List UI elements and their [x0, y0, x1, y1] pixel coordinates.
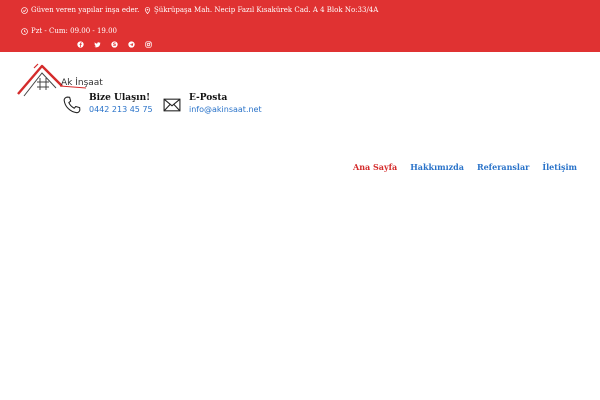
phone-number[interactable]: 0442 213 45 75	[89, 104, 153, 115]
address-text: Şükrüpaşa Mah. Necip Fazıl Kısakürek Cad…	[154, 6, 379, 14]
telegram-icon[interactable]	[127, 40, 135, 48]
email-contact: E-Posta info@akinsaat.net	[162, 92, 262, 115]
email-label: E-Posta	[189, 93, 228, 103]
envelope-icon	[163, 98, 181, 112]
skype-icon[interactable]: S	[110, 40, 118, 48]
facebook-icon[interactable]	[76, 40, 84, 48]
phone-contact: Bize Ulaşın! 0442 213 45 75	[62, 92, 153, 115]
email-address[interactable]: info@akinsaat.net	[189, 104, 262, 115]
tagline: Güven veren yapılar inşa eder.	[21, 6, 139, 14]
map-pin-icon	[144, 6, 151, 14]
nav-about[interactable]: Hakkımızda	[410, 162, 464, 172]
check-circle-icon	[21, 6, 28, 14]
hours-text: Pzt - Cum: 09.00 - 19.00	[31, 27, 118, 35]
tagline-text: Güven veren yapılar inşa eder.	[31, 6, 140, 14]
twitter-icon[interactable]	[93, 40, 101, 48]
clock-icon	[21, 27, 28, 35]
instagram-icon[interactable]	[144, 40, 152, 48]
phone-label: Bize Ulaşın!	[89, 93, 151, 103]
nav-references[interactable]: Referanslar	[477, 162, 529, 172]
main-navigation: Ana Sayfa Hakkımızda Referanslar İletişi…	[353, 162, 577, 172]
brand-name: Ak İnşaat	[61, 78, 103, 88]
social-links: S	[76, 40, 152, 48]
nav-contact[interactable]: İletişim	[542, 162, 577, 172]
top-bar: Güven veren yapılar inşa eder. Şükrüpaşa…	[0, 0, 600, 52]
address: Şükrüpaşa Mah. Necip Fazıl Kısakürek Cad…	[144, 6, 378, 14]
svg-text:S: S	[112, 42, 115, 48]
nav-home[interactable]: Ana Sayfa	[353, 162, 397, 172]
working-hours: Pzt - Cum: 09.00 - 19.00	[21, 27, 117, 35]
phone-icon	[63, 96, 81, 114]
